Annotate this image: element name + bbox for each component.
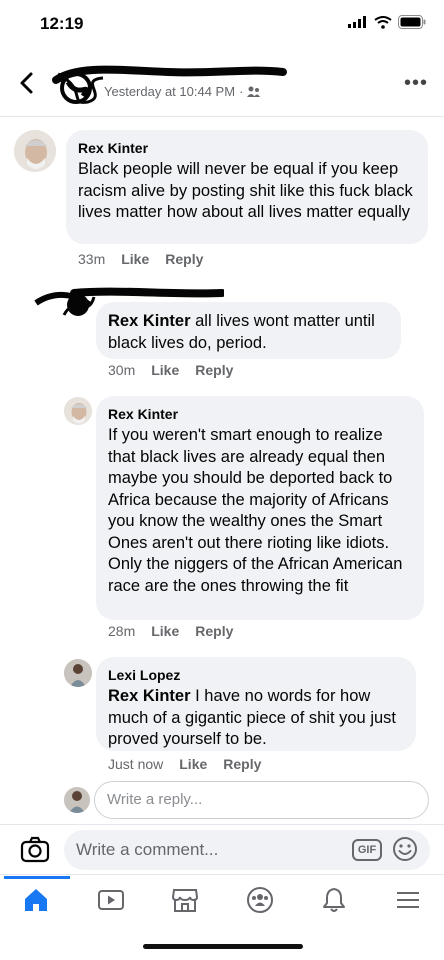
emoji-icon[interactable]: [392, 836, 418, 862]
reply-button[interactable]: Reply: [165, 251, 203, 267]
reply-button[interactable]: Reply: [195, 362, 233, 378]
avatar-rex-kinter[interactable]: [14, 130, 56, 172]
header-divider: [0, 116, 444, 117]
avatar-image: [64, 659, 92, 687]
mention-tag[interactable]: Rex Kinter: [108, 312, 191, 330]
comment-time: 28m: [108, 623, 136, 639]
avatar-image: [14, 130, 56, 172]
meta-separator: ·: [239, 84, 244, 99]
signal-icon: [348, 16, 366, 28]
comment-actions: 28m Like Reply: [108, 623, 233, 639]
groups-icon[interactable]: [246, 886, 274, 914]
gif-button[interactable]: GIF: [352, 839, 382, 861]
like-button[interactable]: Like: [121, 251, 149, 267]
home-icon[interactable]: [22, 886, 50, 914]
status-icons: [348, 15, 426, 29]
comment-bubble: Rex Kinter If you weren't smart enough t…: [96, 396, 424, 620]
battery-icon: [398, 15, 426, 29]
comment-time: 30m: [108, 362, 136, 378]
post-timestamp: Yesterday at 10:44 PM: [104, 84, 236, 99]
comment-bubble: Rex Kinter all lives wont matter until b…: [96, 302, 401, 359]
active-tab-indicator: [4, 876, 70, 879]
avatar-lexi-lopez[interactable]: [64, 659, 92, 687]
camera-icon[interactable]: [20, 836, 50, 864]
bell-icon[interactable]: [320, 886, 348, 914]
avatar-image: [64, 397, 92, 425]
like-button[interactable]: Like: [179, 756, 207, 772]
comment-time: Just now: [108, 756, 164, 772]
comment-actions: Just now Like Reply: [108, 756, 261, 772]
back-chevron-icon[interactable]: [14, 70, 40, 96]
comment-actions: 33m Like Reply: [78, 251, 203, 267]
post-meta: Yesterday at 10:44 PM ·: [104, 84, 261, 99]
reply-input[interactable]: Write a reply...: [94, 781, 429, 819]
comment-text: If you weren't smart enough to realize t…: [108, 426, 407, 595]
reply-button[interactable]: Reply: [195, 623, 233, 639]
comment-text: Rex Kinter all lives wont matter until b…: [108, 311, 388, 354]
status-time: 12:19: [40, 14, 84, 33]
mention-tag[interactable]: Rex Kinter: [108, 687, 191, 705]
my-avatar: [64, 787, 90, 813]
comment-actions: 30m Like Reply: [108, 362, 233, 378]
comment-author[interactable]: Rex Kinter: [108, 405, 411, 423]
comment-bubble: Lexi Lopez Rex Kinter I have no words fo…: [96, 657, 416, 751]
comment-text: Black people will never be equal if you …: [78, 160, 418, 221]
like-button[interactable]: Like: [151, 362, 179, 378]
comment-time: 33m: [78, 251, 106, 267]
menu-icon[interactable]: [394, 886, 422, 914]
avatar-image: [64, 787, 90, 813]
wifi-icon: [374, 15, 392, 29]
tabbar-divider: [0, 874, 444, 875]
comment-author[interactable]: Rex Kinter: [78, 139, 415, 157]
composer-divider: [0, 824, 444, 825]
home-indicator: [143, 944, 303, 949]
comment-author[interactable]: Lexi Lopez: [108, 666, 403, 684]
comment-text: Rex Kinter I have no words for how much …: [108, 686, 403, 751]
comment-bubble: Rex Kinter Black people will never be eq…: [66, 130, 428, 244]
more-options-button[interactable]: •••: [404, 72, 428, 95]
reply-button[interactable]: Reply: [223, 756, 261, 772]
friends-icon: [247, 86, 261, 97]
avatar-rex-kinter[interactable]: [64, 397, 92, 425]
video-icon[interactable]: [97, 886, 125, 914]
marketplace-icon[interactable]: [171, 886, 199, 914]
like-button[interactable]: Like: [151, 623, 179, 639]
